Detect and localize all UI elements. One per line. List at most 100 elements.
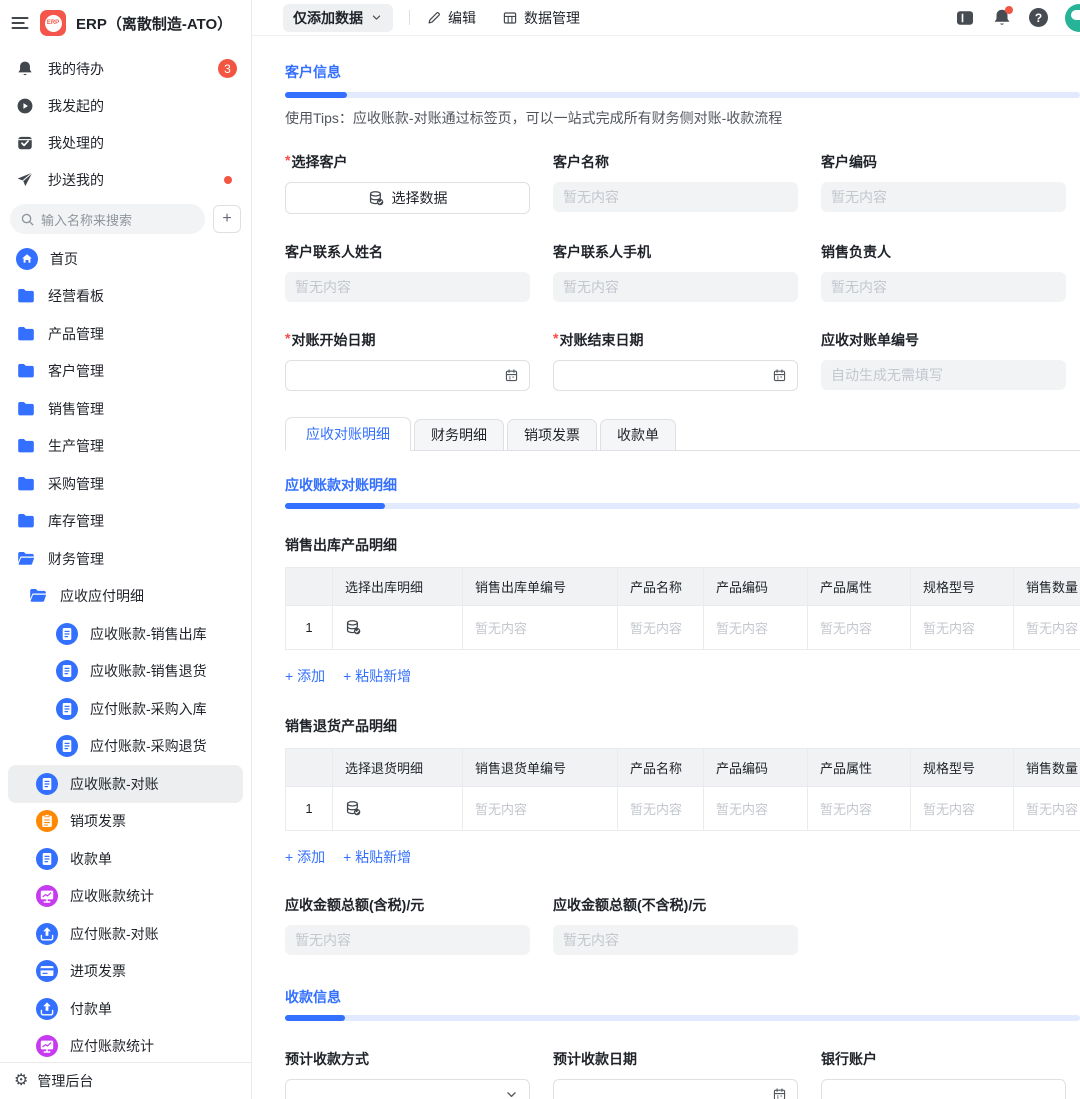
- bank-account-input[interactable]: [821, 1079, 1066, 1099]
- add-button[interactable]: +: [213, 205, 241, 233]
- add-row-link[interactable]: + 添加: [285, 666, 325, 686]
- tab-receipt[interactable]: 收款单: [600, 419, 676, 451]
- cell-product-attr: 暂无内容: [807, 605, 911, 650]
- sales-owner-field: 暂无内容: [821, 272, 1066, 302]
- sidebar-item-ar-sales-return[interactable]: 应收账款-销售退货: [0, 653, 251, 691]
- notification-dot: [1005, 5, 1013, 14]
- nav-label: 收款单: [70, 850, 112, 867]
- avatar[interactable]: [1065, 3, 1080, 32]
- notification-bell-icon[interactable]: [992, 5, 1013, 28]
- tab-finance-detail[interactable]: 财务明细: [414, 419, 504, 451]
- sidebar-item-production-mgmt[interactable]: 生产管理: [0, 428, 251, 466]
- field-label-total-excl-tax: 应收金额总额(不含税)/元: [553, 897, 707, 913]
- customer-name-field: 暂无内容: [553, 182, 798, 212]
- end-date-picker[interactable]: [553, 360, 798, 391]
- sidebar-item-ar-sales-outbound[interactable]: 应收账款-销售出库: [0, 615, 251, 653]
- sidebar-item-product-mgmt[interactable]: 产品管理: [0, 315, 251, 353]
- invoice-icon: [36, 810, 58, 833]
- field-label-total-incl-tax: 应收金额总额(含税)/元: [285, 897, 425, 913]
- table-row: 1 暂无内容 暂无内容 暂无内容 暂无内容 暂无内容 暂无内容: [285, 786, 1080, 831]
- help-icon[interactable]: ?: [1029, 8, 1048, 27]
- folder-open-icon: [16, 549, 36, 569]
- table-header-row: 选择出库明细 销售出库单编号 产品名称 产品编码 产品属性 规格型号 销售数量: [285, 567, 1080, 606]
- table-sales-outbound: 选择出库明细 销售出库单编号 产品名称 产品编码 产品属性 规格型号 销售数量 …: [285, 567, 1080, 650]
- upload-box-icon: [36, 922, 58, 945]
- quick-label: 抄送我的: [48, 171, 104, 188]
- field-label-select-customer: 选择客户: [291, 154, 348, 170]
- pay-method-select[interactable]: [285, 1079, 530, 1099]
- start-date-picker[interactable]: [285, 360, 530, 391]
- sidebar-item-home[interactable]: 首页: [0, 240, 251, 278]
- cell-product-attr: 暂无内容: [807, 786, 911, 831]
- section-title-payment-info: 收款信息: [285, 989, 341, 1005]
- mode-dropdown[interactable]: 仅添加数据: [283, 3, 393, 32]
- panel-toggle-icon[interactable]: [955, 8, 975, 28]
- sidebar-item-ap-statistics[interactable]: 应付账款统计: [0, 1028, 251, 1063]
- sidebar-item-ap-purchase-inbound[interactable]: 应付账款-采购入库: [0, 690, 251, 728]
- document-icon: [36, 847, 58, 870]
- database-select-icon: [345, 619, 362, 636]
- cell-product-name: 暂无内容: [617, 786, 704, 831]
- section-progress: [285, 92, 1080, 98]
- field-label-sales-owner: 销售负责人: [821, 244, 891, 260]
- todo-count-badge: 3: [218, 59, 237, 78]
- table-actions: + 添加 + 粘贴新增: [285, 847, 1080, 867]
- app-logo: ERP: [40, 10, 66, 36]
- nav-label: 应付账款-采购退货: [90, 738, 207, 755]
- box-check-icon: [16, 134, 34, 152]
- upload-box-icon: [36, 997, 58, 1020]
- sidebar-item-finance-mgmt[interactable]: 财务管理: [0, 540, 251, 578]
- sidebar-item-ap-reconciliation[interactable]: 应付账款-对账: [0, 915, 251, 953]
- total-incl-tax-field: 暂无内容: [285, 925, 530, 955]
- sidebar-item-dashboard[interactable]: 经营看板: [0, 278, 251, 316]
- paste-add-link[interactable]: + 粘贴新增: [343, 847, 411, 867]
- paste-add-link[interactable]: + 粘贴新增: [343, 666, 411, 686]
- pay-date-picker[interactable]: [553, 1079, 798, 1099]
- sidebar-item-procurement-mgmt[interactable]: 采购管理: [0, 465, 251, 503]
- sidebar-item-sales-mgmt[interactable]: 销售管理: [0, 390, 251, 428]
- data-manage-button[interactable]: 数据管理: [502, 8, 580, 28]
- sidebar-item-my-todo[interactable]: 我的待办 3: [0, 50, 251, 87]
- folder-icon: [16, 474, 36, 494]
- calendar-icon: [504, 368, 519, 383]
- totals-row: 应收金额总额(含税)/元 暂无内容 应收金额总额(不含税)/元 暂无内容: [285, 895, 1080, 955]
- edit-button[interactable]: 编辑: [426, 8, 476, 28]
- sidebar-item-payment[interactable]: 付款单: [0, 990, 251, 1028]
- sidebar-item-my-initiated[interactable]: 我发起的: [0, 87, 251, 124]
- nav-label: 客户管理: [48, 363, 104, 380]
- quick-label: 我的待办: [48, 60, 104, 77]
- sidebar-nav: 首页 经营看板 产品管理 客户管理 销售管理 生产管理 采购管理 库存管理 财务…: [0, 240, 251, 1062]
- field-label-pay-date: 预计收款日期: [553, 1051, 637, 1067]
- select-customer-data-button[interactable]: 选择数据: [285, 182, 530, 214]
- sidebar-item-inventory-mgmt[interactable]: 库存管理: [0, 503, 251, 541]
- main-area: 仅添加数据 编辑 数据管理 ? 客户信息 使用Tips：应收账款-对账通过标签页…: [252, 0, 1080, 1099]
- sidebar-item-sales-invoice[interactable]: 销项发票: [0, 803, 251, 841]
- nav-label: 库存管理: [48, 513, 104, 530]
- sidebar-item-ap-purchase-return[interactable]: 应付账款-采购退货: [0, 728, 251, 766]
- table-row: 1 暂无内容 暂无内容 暂无内容 暂无内容 暂无内容 暂无内容: [285, 605, 1080, 650]
- tab-sales-invoice[interactable]: 销项发票: [507, 419, 597, 451]
- sidebar-item-purchase-invoice[interactable]: 进项发票: [0, 953, 251, 991]
- document-icon: [56, 697, 78, 720]
- table-title-sales-return: 销售退货产品明细: [285, 718, 397, 734]
- sidebar-item-cc-to-me[interactable]: 抄送我的: [0, 161, 251, 198]
- nav-label: 应付账款统计: [70, 1038, 154, 1055]
- cell-return-no: 暂无内容: [462, 786, 618, 831]
- search-input[interactable]: 输入名称来搜索: [10, 204, 205, 234]
- sidebar-item-customer-mgmt[interactable]: 客户管理: [0, 353, 251, 391]
- sidebar-item-ar-ap-detail[interactable]: 应收应付明细: [0, 578, 251, 616]
- collapse-sidebar-icon[interactable]: [10, 13, 30, 33]
- sidebar-item-admin-console[interactable]: ⚙ 管理后台: [0, 1062, 251, 1099]
- sidebar-item-ar-reconciliation[interactable]: 应收账款-对账: [8, 765, 243, 803]
- payment-row: 预计收款方式 预计收款日期 银行账户: [285, 1049, 1080, 1099]
- section-progress: [285, 1015, 1080, 1021]
- calendar-icon: [772, 1087, 787, 1099]
- select-return-cell[interactable]: [332, 786, 463, 831]
- sidebar-item-ar-statistics[interactable]: 应收账款统计: [0, 878, 251, 916]
- sidebar-item-my-processed[interactable]: 我处理的: [0, 124, 251, 161]
- add-row-link[interactable]: + 添加: [285, 847, 325, 867]
- tab-ar-reconciliation-detail[interactable]: 应收对账明细: [285, 417, 411, 451]
- sidebar-item-receipt[interactable]: 收款单: [0, 840, 251, 878]
- select-outbound-cell[interactable]: [332, 605, 463, 650]
- sidebar-header: ERP ERP（离散制造-ATO）: [0, 4, 251, 42]
